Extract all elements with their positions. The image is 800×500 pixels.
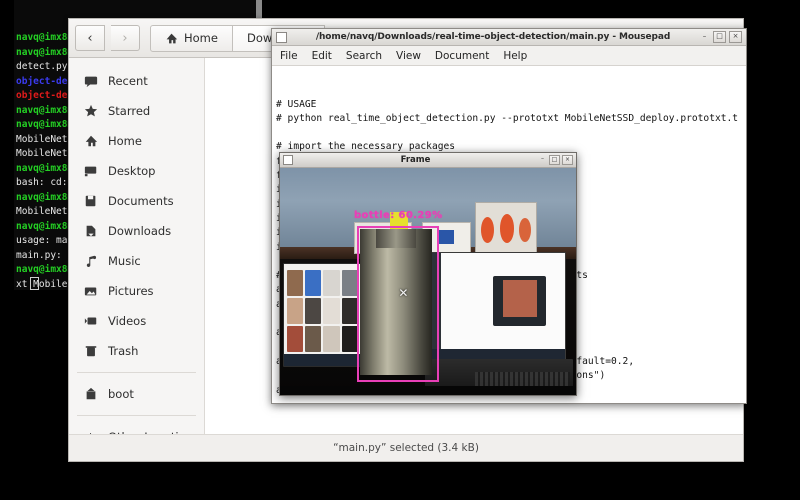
mousepad-title-bar[interactable]: /home/navq/Downloads/real-time-object-de… (272, 29, 746, 46)
maximize-button[interactable]: □ (549, 155, 560, 165)
window-menu-icon[interactable] (276, 31, 287, 43)
sidebar-item-starred[interactable]: Starred (69, 96, 204, 126)
menu-item-document[interactable]: Document (435, 50, 489, 62)
code-line: # python real_time_object_detection.py -… (276, 112, 739, 124)
download-icon (83, 224, 98, 239)
sidebar-item-label: Starred (108, 104, 151, 118)
scene-monitor-left (282, 263, 362, 368)
sidebar-item-label: Home (108, 134, 142, 148)
scene-monitor-right (430, 251, 567, 361)
home-icon (166, 33, 178, 43)
breadcrumb-home[interactable]: Home (150, 24, 233, 52)
sidebar-item-pictures[interactable]: Pictures (69, 276, 204, 306)
menu-item-edit[interactable]: Edit (312, 50, 332, 62)
menu-item-help[interactable]: Help (503, 50, 527, 62)
sidebar-item-boot[interactable]: boot (69, 379, 204, 409)
sidebar-item-documents[interactable]: Documents (69, 186, 204, 216)
menu-item-file[interactable]: File (280, 50, 298, 62)
code-line: # USAGE (276, 98, 317, 110)
clock-icon (83, 74, 98, 89)
scene-taskbar-left (283, 354, 361, 367)
status-text: “main.py” selected (3.4 kB) (333, 442, 479, 454)
star-icon (83, 104, 98, 119)
sidebar-item-videos[interactable]: Videos (69, 306, 204, 336)
scene-bottom-band (280, 385, 576, 395)
sidebar-item-desktop[interactable]: Desktop (69, 156, 204, 186)
sidebar-item-home[interactable]: Home (69, 126, 204, 156)
sidebar-item-label: boot (108, 387, 134, 401)
sidebar-item-trash[interactable]: Trash (69, 336, 204, 366)
frame-title-bar[interactable]: Frame – □ × (280, 153, 576, 168)
forward-button[interactable]: › (111, 25, 140, 51)
sidebar-item-label: Music (108, 254, 141, 268)
drive-icon (83, 387, 98, 402)
sidebar-item-recent[interactable]: Recent (69, 66, 204, 96)
file-manager-sidebar: Recent Starred Home Desktop Documents Downloa… (69, 58, 205, 444)
camera-view: bottle: 60.29% ✕ (280, 168, 576, 395)
sidebar-item-label: Pictures (108, 284, 154, 298)
minimize-button[interactable]: – (699, 32, 710, 42)
sidebar-item-label: Recent (108, 74, 148, 88)
desktop-icon (83, 164, 98, 179)
sidebar-divider-2 (77, 415, 196, 416)
detection-label: bottle: 60.29% (354, 209, 443, 221)
minimize-button[interactable]: – (538, 155, 547, 163)
mousepad-menu-bar: File Edit Search View Document Help (272, 46, 746, 66)
detection-bounding-box (356, 225, 440, 382)
trash-icon (83, 344, 98, 359)
file-manager-status-bar: “main.py” selected (3.4 kB) (69, 434, 743, 461)
sidebar-item-music[interactable]: Music (69, 246, 204, 276)
sidebar-item-label: Videos (108, 314, 147, 328)
mouse-cursor-icon: ✕ (398, 286, 409, 301)
scene-video-card (493, 276, 547, 326)
menu-item-view[interactable]: View (396, 50, 421, 62)
mousepad-title: /home/navq/Downloads/real-time-object-de… (315, 32, 671, 42)
pictures-icon (83, 284, 98, 299)
sidebar-divider (77, 372, 196, 373)
sidebar-item-downloads[interactable]: Downloads (69, 216, 204, 246)
sidebar-item-label: Desktop (108, 164, 156, 178)
scene-thumbnail-grid (286, 270, 358, 353)
window-menu-icon[interactable] (283, 155, 293, 165)
terminal-cursor (30, 277, 39, 290)
maximize-button[interactable]: □ (713, 31, 726, 43)
scene-package-3 (475, 202, 537, 254)
frame-title: Frame (400, 155, 431, 165)
frame-window[interactable]: Frame – □ × bottle: 60.29% ✕ (279, 152, 577, 396)
back-button[interactable]: ‹ (75, 25, 105, 51)
close-button[interactable]: × (729, 31, 742, 43)
menu-item-search[interactable]: Search (346, 50, 382, 62)
videos-icon (83, 314, 98, 329)
sidebar-item-label: Downloads (108, 224, 172, 238)
music-icon (83, 254, 98, 269)
screen: navq@imx8mmnavq: $ cd Downloadsnavq@imx8… (0, 0, 800, 500)
close-button[interactable]: × (562, 155, 573, 165)
sidebar-item-label: Documents (108, 194, 174, 208)
sidebar-item-label: Trash (108, 344, 139, 358)
home-icon (83, 134, 98, 149)
documents-icon (83, 194, 98, 209)
breadcrumb-home-label: Home (184, 31, 218, 45)
